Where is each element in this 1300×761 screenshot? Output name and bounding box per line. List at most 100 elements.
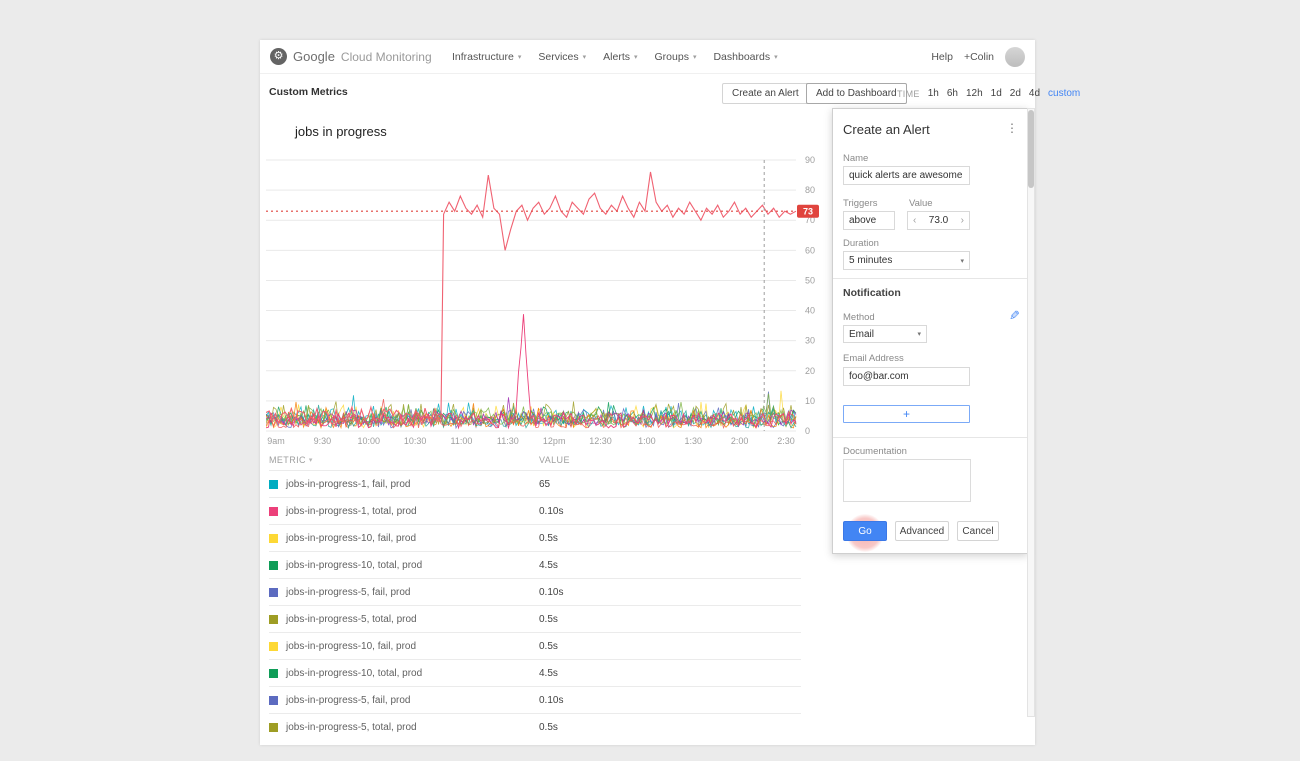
app-header: ⚙ Google Cloud Monitoring Infrastructure… <box>260 40 1035 74</box>
metric-value: 0.10s <box>539 587 563 598</box>
add-to-dashboard-button[interactable]: Add to Dashboard <box>806 83 907 104</box>
nav-item-label: Dashboards <box>713 51 770 63</box>
edit-pencil-icon[interactable]: ✎ <box>1009 308 1020 324</box>
table-row[interactable]: jobs-in-progress-5, fail, prod 0.10s <box>269 578 801 605</box>
metric-value: 0.10s <box>539 695 563 706</box>
series-color-swatch <box>269 588 278 597</box>
time-range-1d[interactable]: 1d <box>991 88 1002 99</box>
series-color-swatch <box>269 480 278 489</box>
metrics-rows: jobs-in-progress-1, fail, prod65jobs-in-… <box>269 470 801 740</box>
dropdown-caret-icon: ▾ <box>960 257 964 265</box>
duration-select[interactable]: 5 minutes ▾ <box>843 251 970 270</box>
metric-value: 0.5s <box>539 722 558 733</box>
nav-item-dashboards[interactable]: Dashboards▾ <box>713 51 777 63</box>
main-nav: Infrastructure ▾ Services ▾ Alerts ▾ Groups▾ Da… <box>452 40 778 74</box>
metric-value: 0.5s <box>539 641 558 652</box>
nav-item-label: Alerts <box>603 51 630 63</box>
email-address-input[interactable] <box>843 367 970 386</box>
table-row[interactable]: jobs-in-progress-10, total, prod4.5s <box>269 551 801 578</box>
metric-value: 4.5s <box>539 668 558 679</box>
time-range-1h[interactable]: 1h <box>928 88 939 99</box>
metric-value: 65 <box>539 479 550 490</box>
trigger-condition-input[interactable] <box>843 211 895 230</box>
metric-value: 0.5s <box>539 533 558 544</box>
svg-text:40: 40 <box>805 306 815 316</box>
time-range-6h[interactable]: 6h <box>947 88 958 99</box>
time-range-2d[interactable]: 2d <box>1010 88 1021 99</box>
svg-text:20: 20 <box>805 366 815 376</box>
time-range-list: 1h 6h 12h 1d 2d 4d <box>928 88 1040 99</box>
add-notification-button[interactable]: + <box>843 405 970 423</box>
chevron-down-icon: ▾ <box>634 53 638 61</box>
create-alert-button[interactable]: Create an Alert <box>722 83 809 104</box>
panel-scrollbar-track[interactable] <box>1027 108 1035 717</box>
documentation-label: Documentation <box>843 446 907 457</box>
page-title: Custom Metrics <box>269 86 348 98</box>
metric-name: jobs-in-progress-10, fail, prod <box>286 533 416 544</box>
metric-name: jobs-in-progress-5, fail, prod <box>286 587 411 598</box>
table-row[interactable]: jobs-in-progress-1, total, prod0.10s <box>269 497 801 524</box>
table-row[interactable]: jobs-in-progress-5, total, prod0.5s <box>269 605 801 632</box>
table-row[interactable]: jobs-in-progress-10, fail, prod 0.5s <box>269 632 801 659</box>
chevron-left-icon[interactable]: ‹ <box>913 215 916 226</box>
avatar[interactable] <box>1005 47 1025 67</box>
page-background: ⚙ Google Cloud Monitoring Infrastructure… <box>0 0 1300 761</box>
svg-text:2:30: 2:30 <box>777 436 795 446</box>
table-row[interactable]: jobs-in-progress-5, fail, prod0.10s <box>269 686 801 713</box>
svg-text:10:00: 10:00 <box>357 436 380 446</box>
name-label: Name <box>843 153 868 164</box>
metric-name: jobs-in-progress-1, total, prod <box>286 506 417 517</box>
series-color-swatch <box>269 507 278 516</box>
metric-name: jobs-in-progress-5, total, prod <box>286 614 417 625</box>
chevron-down-icon: ▾ <box>518 53 522 61</box>
nav-item-groups[interactable]: Groups▾ <box>655 51 697 63</box>
table-row[interactable]: jobs-in-progress-10, fail, prod 0.5s <box>269 524 801 551</box>
svg-text:0: 0 <box>805 426 810 436</box>
duration-label: Duration <box>843 238 879 249</box>
series-color-swatch <box>269 723 278 732</box>
table-row[interactable]: jobs-in-progress-5, total, prod0.5s <box>269 713 801 740</box>
chevron-down-icon: ▾ <box>583 53 587 61</box>
create-alert-panel: Create an Alert ⋮ Name Triggers Value ‹ … <box>832 108 1028 554</box>
documentation-textarea[interactable] <box>843 459 971 502</box>
notification-section-label: Notification <box>843 287 901 299</box>
alert-name-input[interactable] <box>843 166 970 185</box>
duration-value: 5 minutes <box>849 255 892 266</box>
time-range-custom[interactable]: custom <box>1048 88 1080 99</box>
sort-caret-icon: ▾ <box>309 456 313 464</box>
user-link[interactable]: +Colin <box>964 51 994 63</box>
method-select[interactable]: Email ▾ <box>843 325 927 343</box>
nav-item-label: Groups <box>655 51 689 63</box>
value-stepper[interactable]: ‹ 73.0 › <box>907 211 970 230</box>
column-header-metric[interactable]: METRIC ▾ <box>269 455 313 465</box>
help-link[interactable]: Help <box>931 51 953 63</box>
table-row[interactable]: jobs-in-progress-1, fail, prod65 <box>269 470 801 497</box>
advanced-button[interactable]: Advanced <box>895 521 949 541</box>
nav-item-label: Services <box>538 51 578 63</box>
kebab-menu-icon[interactable]: ⋮ <box>1003 121 1021 135</box>
column-header-value: VALUE <box>539 455 570 465</box>
svg-text:1:30: 1:30 <box>685 436 703 446</box>
table-row[interactable]: jobs-in-progress-10, total, prod4.5s <box>269 659 801 686</box>
nav-item-alerts[interactable]: Alerts ▾ <box>603 51 637 63</box>
triggers-label: Triggers <box>843 198 878 209</box>
nav-item-label: Infrastructure <box>452 51 514 63</box>
nav-item-services[interactable]: Services ▾ <box>538 51 586 63</box>
metrics-table: METRIC ▾ VALUE jobs-in-progress-1, fail,… <box>269 449 801 740</box>
time-range-4d[interactable]: 4d <box>1029 88 1040 99</box>
metric-name: jobs-in-progress-10, fail, prod <box>286 641 416 652</box>
go-button[interactable]: Go <box>843 521 887 541</box>
cancel-button[interactable]: Cancel <box>957 521 999 541</box>
time-range-12h[interactable]: 12h <box>966 88 983 99</box>
nav-item-infrastructure[interactable]: Infrastructure ▾ <box>452 51 521 63</box>
table-header: METRIC ▾ VALUE <box>269 449 801 470</box>
value-amount: 73.0 <box>929 215 948 226</box>
svg-text:30: 30 <box>805 336 815 346</box>
chevron-right-icon[interactable]: › <box>961 215 964 226</box>
metrics-chart[interactable]: 01020304050607080909am9:3010:0010:3011:0… <box>266 152 844 448</box>
series-color-swatch <box>269 534 278 543</box>
series-color-swatch <box>269 642 278 651</box>
series-color-swatch <box>269 696 278 705</box>
svg-text:73: 73 <box>803 207 813 217</box>
panel-scrollbar-thumb[interactable] <box>1028 110 1034 188</box>
